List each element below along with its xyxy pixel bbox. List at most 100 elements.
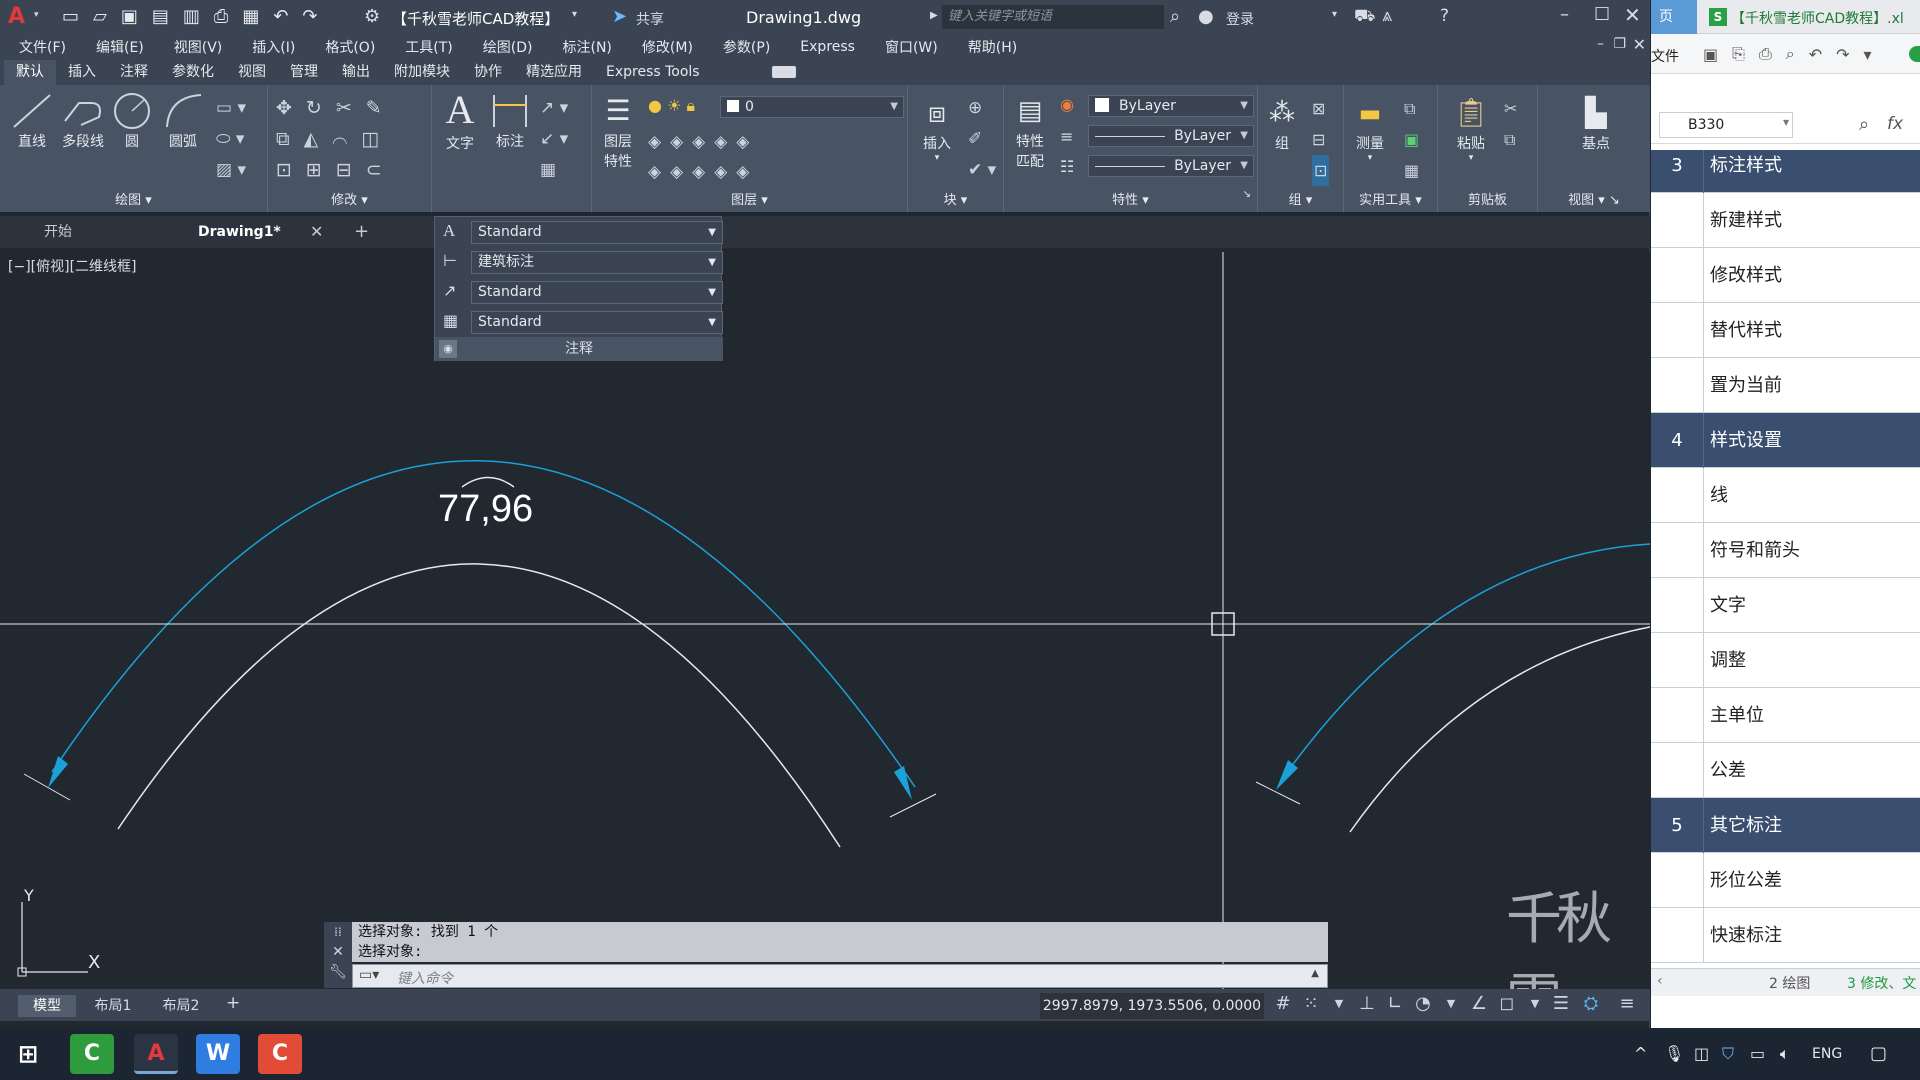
ribbon-tab-9[interactable]: 精选应用 <box>514 60 594 85</box>
ribbon-tab-8[interactable]: 协作 <box>462 60 514 85</box>
modify-panel-label[interactable]: 修改 ▾ <box>268 189 431 208</box>
rotate-icon[interactable]: ↻ <box>306 97 336 119</box>
infer-constraints-icon[interactable]: ⊥ <box>1354 989 1380 1019</box>
linetype-icon[interactable]: ☷ <box>1060 157 1074 176</box>
menu-item-4[interactable]: 格式(O) <box>310 37 390 57</box>
help-icon[interactable]: ? <box>1440 6 1449 26</box>
ellipse-icon[interactable]: ⬭ ▾ <box>216 124 246 155</box>
add-layout-icon[interactable]: + <box>226 993 240 1013</box>
excel-row[interactable]: 置为当前 <box>1651 358 1920 413</box>
annotation-panel-footer[interactable]: ◉ 注释 <box>435 337 723 361</box>
excel-cell-text[interactable]: 文字 <box>1703 578 1920 633</box>
lineweight-toggle-icon[interactable]: ☰ <box>1548 989 1574 1019</box>
excel-cell-text[interactable]: 公差 <box>1703 743 1920 798</box>
layout-tab-1[interactable]: 布局1 <box>84 995 142 1017</box>
doc-restore-icon[interactable]: ❐ <box>1613 36 1626 52</box>
layer-lock-icon[interactable]: 🔒︎ <box>687 96 696 115</box>
menu-item-11[interactable]: 窗口(W) <box>870 37 953 57</box>
workspace-name[interactable]: 【千秋雪老师CAD教程】 <box>392 8 559 29</box>
tab-close-icon[interactable]: ✕ <box>310 216 323 248</box>
excel-row[interactable]: 公差 <box>1651 743 1920 798</box>
group-tool[interactable]: ⁂ 组 <box>1262 93 1302 153</box>
menu-item-10[interactable]: Express <box>785 39 870 55</box>
cut-icon[interactable]: ✂ <box>1504 93 1517 124</box>
move-icon[interactable]: ✥ <box>276 97 306 119</box>
excel-file-menu[interactable]: 文件 <box>1651 46 1679 66</box>
excel-row[interactable]: 调整 <box>1651 633 1920 688</box>
workspace-dropdown-icon[interactable]: ▾ <box>572 9 577 20</box>
ortho-icon[interactable]: ∟ <box>1382 989 1408 1019</box>
menu-item-2[interactable]: 视图(V) <box>159 37 238 57</box>
search-input[interactable]: 键入关键字或短语 <box>942 5 1164 29</box>
group-edit-icon[interactable]: ⊟ <box>1312 124 1329 155</box>
coordinate-display[interactable]: 2997.8979, 1973.5506, 0.0000 <box>1040 993 1264 1019</box>
drawing-canvas[interactable]: [−][俯视][二维线框] 77,96 Y X 千秋 <box>0 252 1650 989</box>
tray-chevron-icon[interactable]: ^ <box>1634 1028 1647 1080</box>
recorder-icon[interactable]: C <box>258 1034 302 1074</box>
lineweight-dropdown[interactable]: ByLayer ▼ <box>1088 155 1254 177</box>
new-tab-icon[interactable]: + <box>354 216 369 248</box>
excel-cell-text[interactable]: 标注样式 <box>1703 150 1920 193</box>
search-icon[interactable]: ⌕ <box>1170 6 1180 27</box>
excel-redo-icon[interactable]: ↷ <box>1836 45 1849 64</box>
multileader-style-dropdown[interactable]: Standard ▼ <box>471 281 723 304</box>
security-shield-icon[interactable]: ⛉ <box>1722 1028 1734 1080</box>
windows-start-icon[interactable]: ⊞ <box>6 1034 50 1074</box>
layers-panel-label[interactable]: 图层 ▾ <box>592 189 907 208</box>
publish-icon[interactable]: ▥ <box>183 6 200 27</box>
layer-on-icon[interactable]: ● <box>648 96 662 115</box>
stretch-icon[interactable]: ⊡ <box>276 159 306 181</box>
group-select-icon[interactable]: ⊡ <box>1312 155 1330 186</box>
dimension-text[interactable]: 77,96 <box>438 488 533 531</box>
menu-item-7[interactable]: 标注(N) <box>548 37 627 57</box>
menu-item-8[interactable]: 修改(M) <box>627 37 708 57</box>
notifications-icon[interactable]: ▢ <box>1870 1028 1887 1080</box>
dimension-tool[interactable]: 标注 <box>488 91 532 151</box>
excel-cell-text[interactable]: 符号和箭头 <box>1703 523 1920 578</box>
rectangle-icon[interactable]: ▭ ▾ <box>216 93 246 124</box>
select-all-icon[interactable]: ▣ <box>1404 124 1419 155</box>
tray-app-icon[interactable]: ◫ <box>1694 1028 1709 1080</box>
excel-cell-text[interactable]: 形位公差 <box>1703 853 1920 908</box>
offset-icon[interactable]: ⊂ <box>366 159 396 181</box>
linetype-dropdown[interactable]: ByLayer ▼ <box>1088 125 1254 147</box>
autodesk-a360-icon[interactable]: ⩓ <box>1382 5 1392 26</box>
excel-row[interactable]: 修改样式 <box>1651 248 1920 303</box>
grip-icon[interactable]: ⁞⁞ <box>324 922 352 942</box>
table-icon[interactable]: ▦ <box>540 155 568 186</box>
microphone-icon[interactable]: 🎙︎ <box>1664 1028 1684 1080</box>
lineweight-icon[interactable]: ≡ <box>1060 127 1073 146</box>
excel-row[interactable]: 文字 <box>1651 578 1920 633</box>
pin-panel-icon[interactable]: ◉ <box>439 340 457 358</box>
ungroup-icon[interactable]: ⊠ <box>1312 93 1329 124</box>
ribbon-tab-4[interactable]: 视图 <box>226 60 278 85</box>
maximize-icon[interactable]: ☐ <box>1594 4 1610 25</box>
excel-row[interactable]: 5 其它标注 <box>1651 798 1920 853</box>
dimension-arc-right[interactable] <box>1279 543 1650 783</box>
excel-row[interactable]: 主单位 <box>1651 688 1920 743</box>
ribbon-toggle-icon[interactable] <box>772 66 796 78</box>
view-panel-label[interactable]: 视图 ▾ ↘ <box>1538 189 1650 208</box>
excel-edge-button[interactable] <box>1909 46 1920 62</box>
layout-tab-model[interactable]: 模型 <box>18 995 76 1017</box>
insert-tool[interactable]: ⧈ 插入 ▾ <box>912 93 962 163</box>
text-tool[interactable]: A 文字 <box>438 87 482 153</box>
table-style-dropdown[interactable]: Standard ▼ <box>471 311 723 334</box>
ribbon-tab-10[interactable]: Express Tools <box>594 60 712 85</box>
excel-cell-text[interactable]: 置为当前 <box>1703 358 1920 413</box>
ribbon-tab-2[interactable]: 注释 <box>108 60 160 85</box>
trim-icon[interactable]: ✂ <box>336 97 366 119</box>
print-icon[interactable]: ▦ <box>242 6 259 27</box>
menu-item-3[interactable]: 插入(I) <box>237 37 310 57</box>
menu-item-6[interactable]: 绘图(D) <box>468 37 548 57</box>
copy-clip-icon[interactable]: ⧉ <box>1504 124 1517 155</box>
white-arc-left[interactable] <box>117 563 841 848</box>
circle-tool[interactable]: 圆 <box>110 91 154 151</box>
excel-row[interactable]: 符号和箭头 <box>1651 523 1920 578</box>
app-menu-chevron-icon[interactable]: ▾ <box>34 10 39 20</box>
excel-sheet-prev-icon[interactable]: ‹ <box>1657 973 1663 989</box>
minimize-icon[interactable]: – <box>1560 4 1569 25</box>
excel-export-icon[interactable]: ⎘ <box>1732 44 1745 64</box>
snap-menu-icon[interactable]: ▼ <box>1326 989 1352 1019</box>
excel-sheet-tab-modify[interactable]: 3 修改、文 <box>1847 973 1916 993</box>
